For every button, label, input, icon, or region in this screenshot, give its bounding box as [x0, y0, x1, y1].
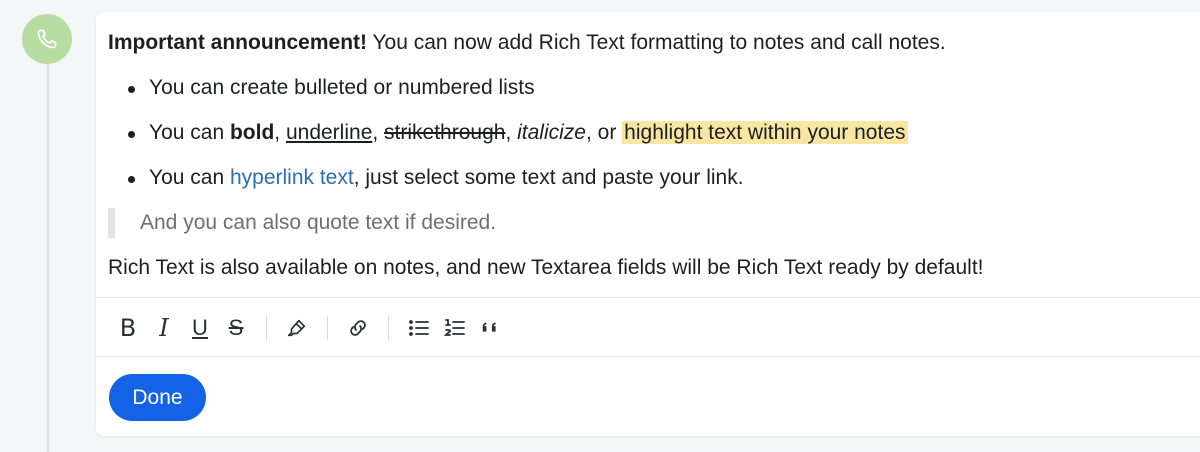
- announcement-bold: Important announcement!: [108, 31, 368, 54]
- announcement-text: You can now add Rich Text formatting to …: [367, 31, 946, 54]
- toolbar-separator: [266, 316, 267, 340]
- separator-text: ,: [505, 121, 518, 144]
- separator-text: , or: [585, 121, 623, 144]
- underline-button[interactable]: U: [182, 310, 218, 346]
- toolbar-separator: [327, 316, 328, 340]
- announcement-paragraph: Important announcement! You can now add …: [108, 28, 1192, 58]
- phone-icon: [37, 29, 57, 49]
- list-item: You can hyperlink text, just select some…: [108, 163, 1192, 193]
- rich-text-editor[interactable]: Important announcement! You can now add …: [108, 28, 1192, 283]
- list-item: You can bold, underline, strikethrough , …: [108, 118, 1192, 148]
- formatting-toolbar: B I U S: [110, 308, 509, 348]
- list-item-text: , just select some text and paste your l…: [353, 166, 744, 189]
- underline-icon: U: [192, 315, 208, 340]
- list-item-text: You can: [149, 121, 230, 144]
- numbered-list-button[interactable]: [437, 310, 473, 346]
- toolbar-divider-bottom: [96, 356, 1200, 357]
- italic-sample: italicize: [517, 121, 586, 144]
- closing-paragraph: Rich Text is also available on notes, an…: [108, 256, 984, 279]
- link-button[interactable]: [340, 310, 376, 346]
- numbered-list-icon: [443, 319, 465, 336]
- blockquote: And you can also quote text if desired.: [108, 208, 1192, 238]
- highlight-sample: highlight text within your notes: [622, 121, 908, 144]
- italic-button[interactable]: I: [146, 310, 182, 346]
- strikethrough-button[interactable]: S: [218, 310, 254, 346]
- separator-text: ,: [372, 121, 385, 144]
- timeline-line: [47, 60, 49, 452]
- done-button[interactable]: Done: [109, 374, 206, 421]
- quote-button[interactable]: [473, 310, 509, 346]
- bold-icon: B: [119, 314, 137, 342]
- strikethrough-sample: strikethrough: [384, 121, 506, 144]
- bulleted-list-button[interactable]: [401, 310, 437, 346]
- list-item-text: You can create bulleted or numbered list…: [149, 76, 535, 99]
- bold-sample: bold: [229, 121, 275, 144]
- italic-icon: I: [159, 314, 169, 342]
- separator-text: ,: [274, 121, 286, 144]
- list-item: You can create bulleted or numbered list…: [108, 73, 1192, 103]
- underline-sample: underline: [285, 121, 373, 144]
- bulleted-list: You can create bulleted or numbered list…: [108, 73, 1192, 193]
- highlight-button[interactable]: [279, 310, 315, 346]
- strikethrough-icon: S: [228, 315, 244, 340]
- toolbar-divider-top: [96, 297, 1200, 298]
- hyperlink-sample[interactable]: hyperlink text: [230, 166, 354, 189]
- bold-button[interactable]: B: [110, 310, 146, 346]
- bulleted-list-icon: [409, 320, 429, 336]
- call-avatar: [22, 14, 72, 64]
- highlighter-icon: [287, 319, 306, 337]
- note-editor-card: Important announcement! You can now add …: [96, 12, 1200, 436]
- quote-icon: [482, 322, 496, 332]
- link-icon: [350, 320, 366, 336]
- toolbar-separator: [388, 316, 389, 340]
- list-item-text: You can: [149, 166, 230, 189]
